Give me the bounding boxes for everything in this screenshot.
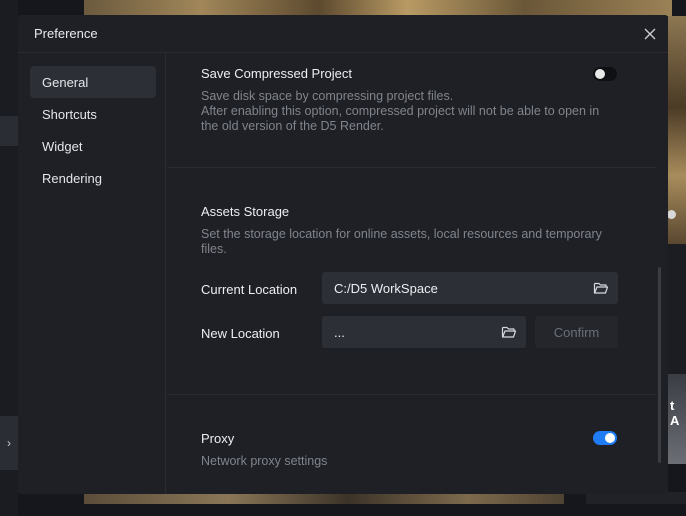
sidebar-item-label: Shortcuts <box>42 106 97 122</box>
sidebar-item-label: General <box>42 74 89 90</box>
sidebar-item-rendering[interactable]: Rendering <box>30 162 156 194</box>
sidebar-item-general[interactable]: General <box>30 66 156 98</box>
compressed-project-desc-line1: Save disk space by compressing project f… <box>201 89 454 103</box>
section-divider <box>167 167 657 168</box>
dialog-titlebar: Preference <box>18 15 668 53</box>
folder-open-icon[interactable] <box>593 280 609 296</box>
proxy-title: Proxy <box>201 431 235 446</box>
new-location-field[interactable]: ... <box>322 316 526 348</box>
proxy-desc: Network proxy settings <box>201 454 328 468</box>
settings-scrollbar[interactable] <box>658 267 661 463</box>
background-asset-card-label: t A <box>670 398 680 428</box>
background-left-selected-item <box>0 116 18 146</box>
section-divider <box>167 394 657 395</box>
close-button[interactable] <box>640 24 660 44</box>
new-location-value: ... <box>334 324 345 340</box>
dialog-title: Preference <box>34 26 98 41</box>
compressed-project-desc-line2: After enabling this option, compressed p… <box>201 104 600 118</box>
sidebar-item-label: Widget <box>42 138 83 154</box>
assets-storage-desc-line1: Set the storage location for online asse… <box>201 227 602 241</box>
toggle-knob <box>595 69 605 79</box>
compressed-project-desc-line3: the old version of the D5 Render. <box>201 119 384 133</box>
preference-dialog: Preference General Shortcuts Widget Rend… <box>18 15 668 494</box>
compressed-project-title: Save Compressed Project <box>201 66 353 81</box>
background-expand-arrow-button: › <box>0 416 18 470</box>
background-viewport-image <box>84 0 672 16</box>
folder-open-icon[interactable] <box>501 324 517 340</box>
current-location-label: Current Location <box>201 282 298 297</box>
general-settings-panel[interactable]: Save Compressed Project Save disk space … <box>167 54 668 494</box>
background-panel-right <box>668 244 686 374</box>
confirm-button[interactable]: Confirm <box>535 316 618 348</box>
compressed-project-toggle[interactable] <box>593 67 617 81</box>
sidebar-item-label: Rendering <box>42 170 102 186</box>
current-location-value: C:/D5 WorkSpace <box>334 280 438 296</box>
assets-storage-desc-line2: files. <box>201 242 227 256</box>
preference-sidebar: General Shortcuts Widget Rendering <box>18 54 166 494</box>
toggle-knob <box>605 433 615 443</box>
proxy-toggle[interactable] <box>593 431 617 445</box>
sidebar-item-widget[interactable]: Widget <box>30 130 156 162</box>
close-icon <box>644 28 656 40</box>
new-location-label: New Location <box>201 326 280 341</box>
assets-storage-title: Assets Storage <box>201 204 290 219</box>
sidebar-item-shortcuts[interactable]: Shortcuts <box>30 98 156 130</box>
background-slider-handle <box>667 210 676 219</box>
current-location-field: C:/D5 WorkSpace <box>322 272 618 304</box>
